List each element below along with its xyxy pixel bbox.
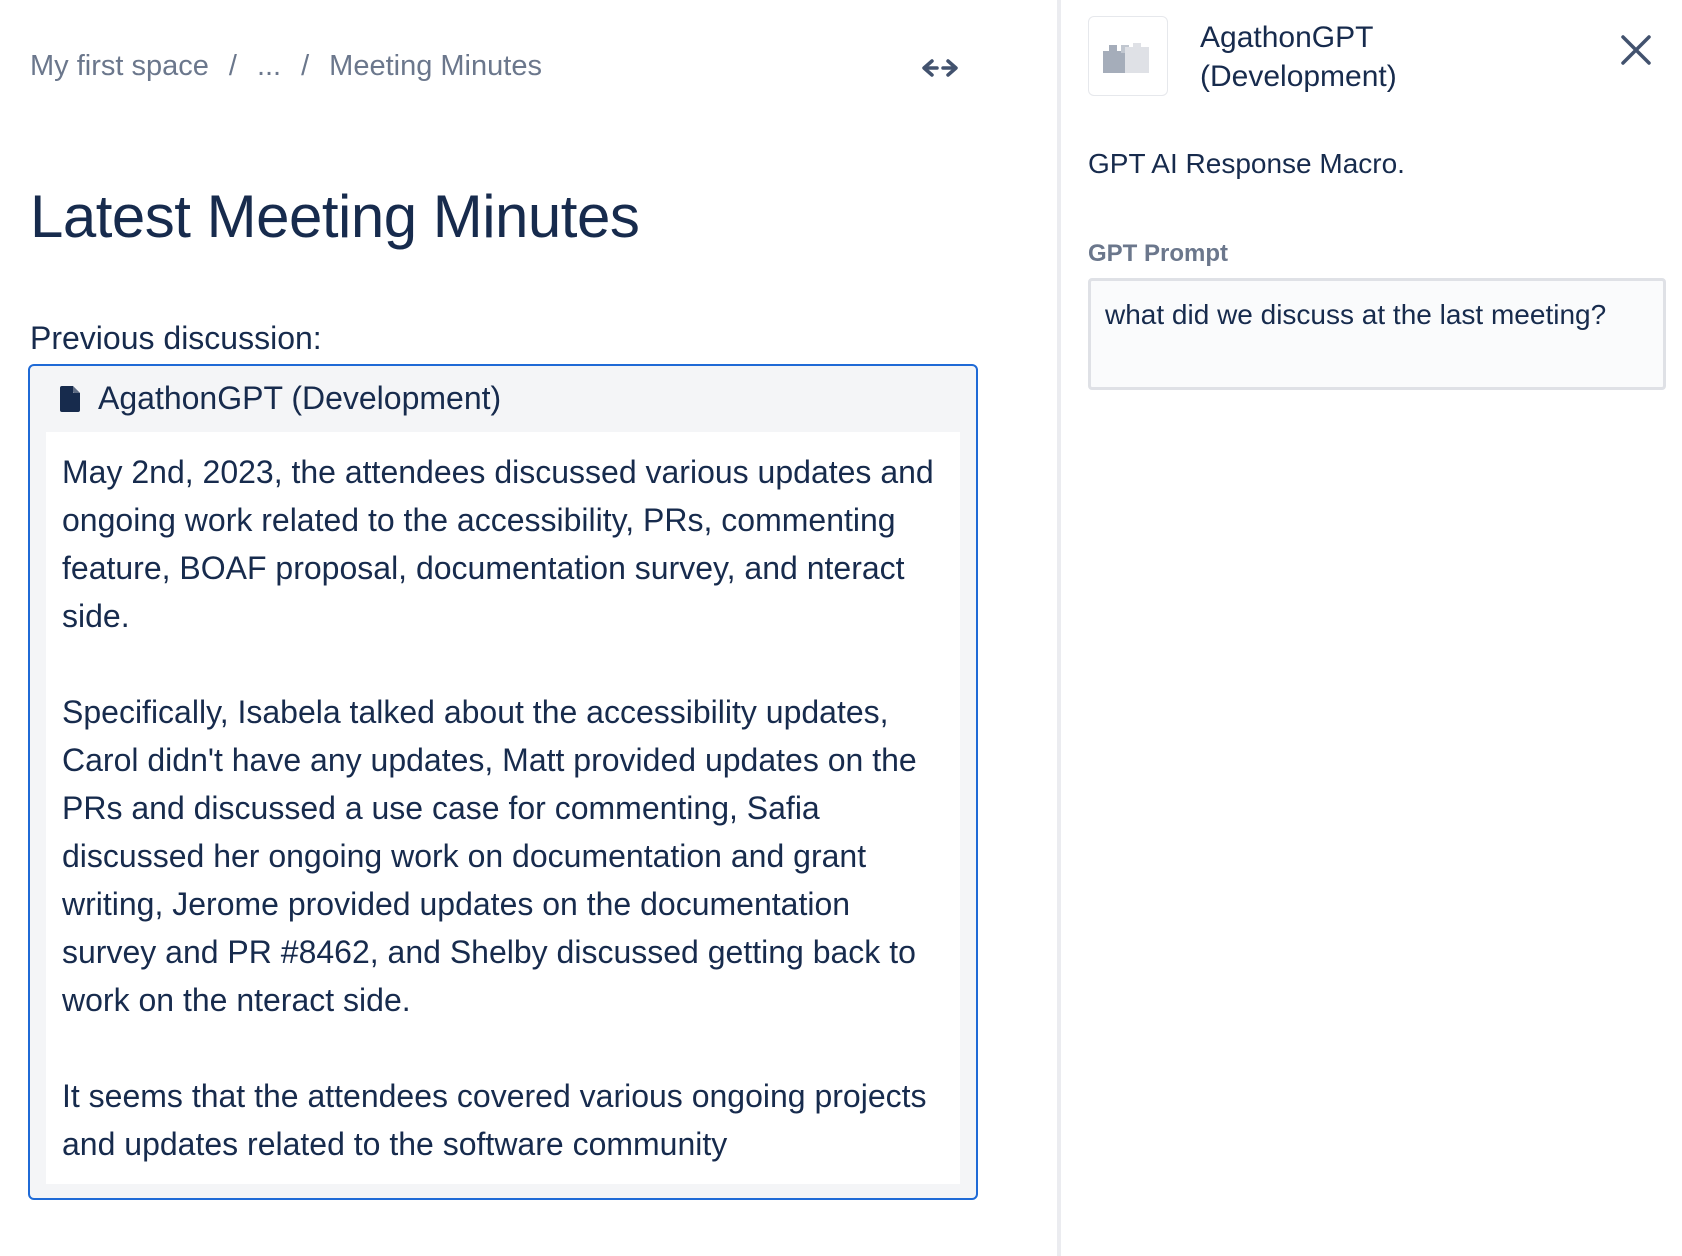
- confluence-editor-page: My first space / ... / Meeting Minutes L…: [0, 0, 1682, 1256]
- response-paragraph: May 2nd, 2023, the attendees discussed v…: [62, 454, 934, 634]
- macro-config-panel: AgathonGPT (Development) GPT AI Response…: [1061, 0, 1682, 1256]
- response-paragraph: Specifically, Isabela talked about the a…: [62, 694, 917, 1018]
- close-icon: [1621, 35, 1651, 65]
- file-icon: [60, 385, 80, 412]
- macro-name: AgathonGPT (Development): [98, 380, 502, 416]
- breadcrumb-separator: /: [301, 50, 310, 82]
- breadcrumb-item-space[interactable]: My first space: [30, 50, 209, 83]
- expand-width-button[interactable]: [918, 52, 962, 84]
- app-name-line: (Development): [1200, 60, 1397, 93]
- breadcrumb-item-meeting-minutes[interactable]: Meeting Minutes: [329, 50, 542, 83]
- close-panel-button[interactable]: [1616, 30, 1656, 70]
- app-logo-icon: [1103, 43, 1149, 73]
- previous-discussion-label[interactable]: Previous discussion:: [30, 320, 322, 357]
- macro-header: AgathonGPT (Development): [60, 380, 501, 417]
- response-paragraph: It seems that the attendees covered vari…: [62, 1078, 927, 1162]
- gpt-prompt-label: GPT Prompt: [1088, 240, 1229, 267]
- app-name: AgathonGPT (Development): [1200, 18, 1397, 96]
- app-name-line: AgathonGPT: [1200, 21, 1374, 54]
- gpt-prompt-input[interactable]: what did we discuss at the last meeting?: [1088, 278, 1666, 390]
- macro-response-body: May 2nd, 2023, the attendees discussed v…: [46, 432, 960, 1184]
- page-editor: My first space / ... / Meeting Minutes L…: [0, 0, 1057, 1256]
- page-title[interactable]: Latest Meeting Minutes: [30, 182, 640, 251]
- app-logo: [1088, 16, 1168, 96]
- gpt-macro-block[interactable]: AgathonGPT (Development) May 2nd, 2023, …: [28, 364, 978, 1200]
- macro-description: GPT AI Response Macro.: [1088, 148, 1405, 179]
- breadcrumb: My first space / ... / Meeting Minutes: [30, 50, 542, 83]
- expand-width-icon: [922, 59, 958, 77]
- breadcrumb-item-ellipsis[interactable]: ...: [257, 50, 281, 83]
- breadcrumb-separator: /: [228, 50, 237, 82]
